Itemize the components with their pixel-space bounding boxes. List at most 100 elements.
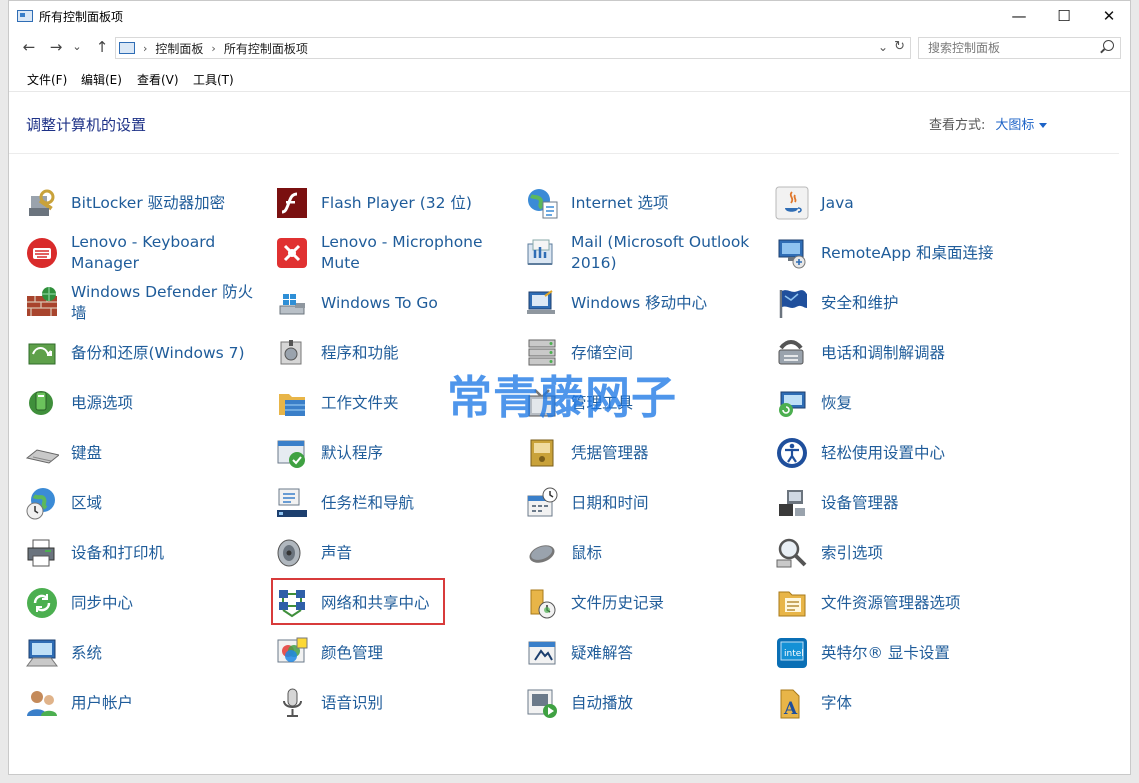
control-panel-item[interactable]: 同步中心: [25, 578, 261, 626]
control-panel-item[interactable]: 电话和调制解调器: [775, 328, 1011, 376]
autoplay-icon: [525, 686, 559, 720]
control-panel-icon: [17, 10, 33, 22]
device-manager-icon: [775, 486, 809, 520]
control-panel-item[interactable]: Windows To Go: [275, 278, 511, 326]
control-panel-item[interactable]: BitLocker 驱动器加密: [25, 178, 261, 226]
breadcrumb-all-items[interactable]: 所有控制面板项: [224, 40, 308, 57]
menu-tools[interactable]: 工具(T): [193, 71, 234, 88]
up-button[interactable]: ↑: [92, 37, 112, 57]
control-panel-item-label: 区域: [71, 493, 103, 512]
breadcrumb-control-panel[interactable]: 控制面板: [155, 40, 203, 57]
address-dropdown-icon[interactable]: ⌄: [878, 40, 888, 54]
control-panel-item[interactable]: 电源选项: [25, 378, 261, 426]
recent-locations-button[interactable]: ⌄: [67, 37, 87, 57]
control-panel-item[interactable]: intel 英特尔® 显卡设置: [775, 628, 1011, 676]
forward-button[interactable]: →: [46, 37, 66, 57]
breadcrumb-separator: ›: [143, 41, 148, 55]
remoteapp-icon: [775, 236, 809, 270]
control-panel-icon: [119, 42, 135, 54]
window-title: 所有控制面板项: [39, 9, 124, 24]
control-panel-item-label: 轻松使用设置中心: [821, 443, 946, 462]
date-time-icon: [525, 486, 559, 520]
control-panel-item[interactable]: 任务栏和导航: [275, 478, 511, 526]
ease-of-access-icon: [775, 436, 809, 470]
control-panel-item[interactable]: 用户帐户: [25, 678, 261, 726]
minimize-button[interactable]: —: [996, 1, 1042, 31]
control-panel-item-label: Windows 移动中心: [571, 293, 708, 312]
control-panel-item-label: 疑难解答: [571, 643, 634, 662]
maximize-button[interactable]: ☐: [1041, 1, 1087, 31]
address-bar[interactable]: › 控制面板 › 所有控制面板项 ⌄ ↻: [115, 37, 911, 59]
control-panel-item-label: 凭据管理器: [571, 443, 649, 462]
control-panel-item[interactable]: Windows 移动中心: [525, 278, 761, 326]
control-panel-item[interactable]: 索引选项: [775, 528, 1011, 576]
explorer-options-icon: [775, 586, 809, 620]
control-panel-item[interactable]: Lenovo - Keyboard Manager: [25, 228, 261, 276]
search-input[interactable]: 搜索控制面板: [918, 37, 1121, 59]
microphone-icon: [275, 686, 309, 720]
control-panel-item[interactable]: 轻松使用设置中心: [775, 428, 1011, 476]
control-panel-item-label: 电话和调制解调器: [821, 343, 946, 362]
control-panel-item-label: 字体: [821, 693, 853, 712]
control-panel-item[interactable]: Internet 选项: [525, 178, 761, 226]
mail-icon: [525, 236, 559, 270]
search-placeholder: 搜索控制面板: [928, 41, 1001, 55]
sync-icon: [25, 586, 59, 620]
control-panel-item[interactable]: 安全和维护: [775, 278, 1011, 326]
menu-edit[interactable]: 编辑(E): [81, 71, 122, 88]
control-panel-item-label: 鼠标: [571, 543, 603, 562]
control-panel-item[interactable]: Mail (Microsoft Outlook 2016): [525, 228, 761, 276]
svg-text:A: A: [783, 699, 798, 719]
control-panel-item[interactable]: 鼠标: [525, 528, 761, 576]
control-panel-item[interactable]: 区域: [25, 478, 261, 526]
control-panel-item-label: 英特尔® 显卡设置: [821, 643, 950, 662]
control-panel-item[interactable]: 设备和打印机: [25, 528, 261, 576]
control-panel-item-label: 工作文件夹: [321, 393, 399, 412]
control-panel-item[interactable]: A 字体: [775, 678, 1011, 726]
control-panel-item-label: 电源选项: [71, 393, 134, 412]
control-panel-item-label: 设备管理器: [821, 493, 899, 512]
menu-view[interactable]: 查看(V): [137, 71, 179, 88]
control-panel-item[interactable]: 文件资源管理器选项: [775, 578, 1011, 626]
control-panel-item[interactable]: 语音识别: [275, 678, 511, 726]
control-panel-item[interactable]: 疑难解答: [525, 628, 761, 676]
search-icon[interactable]: [1103, 40, 1114, 51]
refresh-icon[interactable]: ↻: [894, 39, 905, 54]
printer-icon: [25, 536, 59, 570]
control-panel-item[interactable]: 颜色管理: [275, 628, 511, 676]
control-panel-item-label: 日期和时间: [571, 493, 649, 512]
view-mode-dropdown[interactable]: 大图标: [995, 118, 1047, 133]
control-panel-item[interactable]: 自动播放: [525, 678, 761, 726]
control-panel-item[interactable]: 系统: [25, 628, 261, 676]
back-button[interactable]: ←: [19, 37, 39, 57]
region-globe-icon: [25, 486, 59, 520]
control-panel-item[interactable]: 文件历史记录: [525, 578, 761, 626]
control-panel-item[interactable]: Flash Player (32 位): [275, 178, 511, 226]
close-button[interactable]: ✕: [1086, 1, 1130, 31]
control-panel-item[interactable]: 键盘: [25, 428, 261, 476]
control-panel-item-label: 语音识别: [321, 693, 384, 712]
control-panel-item-label: 自动播放: [571, 693, 634, 712]
troubleshooting-icon: [525, 636, 559, 670]
control-panel-item[interactable]: Windows Defender 防火墙: [25, 278, 261, 326]
mobility-center-icon: [525, 286, 559, 320]
svg-text:intel: intel: [784, 649, 804, 659]
control-panel-item[interactable]: 凭据管理器: [525, 428, 761, 476]
control-panel-item[interactable]: 默认程序: [275, 428, 511, 476]
phone-modem-icon: [775, 336, 809, 370]
indexing-icon: [775, 536, 809, 570]
control-panel-item[interactable]: 设备管理器: [775, 478, 1011, 526]
control-panel-item[interactable]: Lenovo - Microphone Mute: [275, 228, 511, 276]
control-panel-item[interactable]: 恢复: [775, 378, 1011, 426]
control-panel-item[interactable]: Java: [775, 178, 1011, 226]
control-panel-item[interactable]: 声音: [275, 528, 511, 576]
control-panel-item-label: Mail (Microsoft Outlook 2016): [571, 233, 750, 272]
control-panel-item[interactable]: RemoteApp 和桌面连接: [775, 228, 1011, 276]
file-history-icon: [525, 586, 559, 620]
menu-file[interactable]: 文件(F): [27, 71, 67, 88]
control-panel-item[interactable]: 备份和还原(Windows 7): [25, 328, 261, 376]
work-folders-icon: [275, 386, 309, 420]
control-panel-item[interactable]: 日期和时间: [525, 478, 761, 526]
speaker-icon: [275, 536, 309, 570]
control-panel-item-label: 安全和维护: [821, 293, 899, 312]
